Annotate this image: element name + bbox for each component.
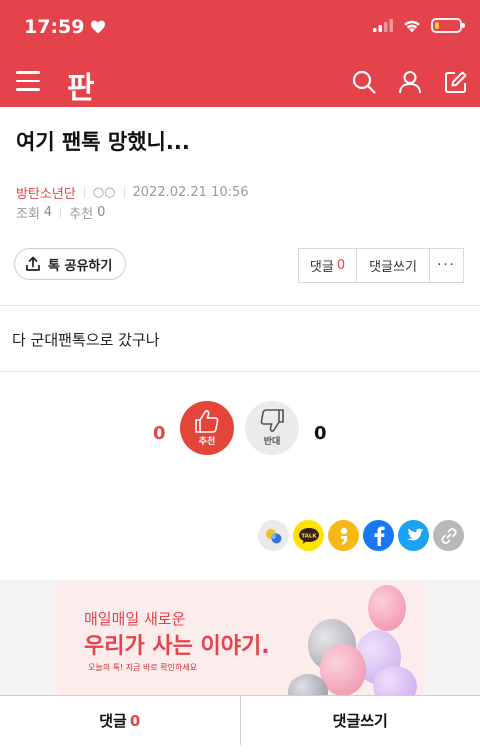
thumbs-down-icon <box>260 409 284 432</box>
post-title: 여기 팬톡 망했니... <box>16 130 190 154</box>
divider <box>60 207 62 218</box>
divider <box>123 187 125 198</box>
recommend-vote-count: 0 <box>153 423 166 444</box>
views-label: 조회 <box>16 207 40 222</box>
recommend-button[interactable]: 추천 <box>180 401 234 455</box>
write-comment-button[interactable]: 댓글쓰기 <box>357 249 430 282</box>
share-talk-button[interactable]: 톡 공유하기 <box>14 248 127 280</box>
signal-icon <box>373 19 393 32</box>
post-date: 2022.02.21 10:56 <box>132 185 249 200</box>
banner-title: 우리가 사는 이야기. <box>84 634 270 659</box>
oppose-button[interactable]: 반대 <box>245 401 299 455</box>
recommend-count: 0 <box>97 205 106 220</box>
post-body: 다 군대팬톡으로 갔구나 <box>12 331 160 349</box>
share-icons: TALK <box>258 520 464 551</box>
post-meta: 방탄소년단 ○○ 2022.02.21 10:56 <box>16 183 249 202</box>
app-logo[interactable]: 판 <box>67 63 95 107</box>
bottom-comments-button[interactable]: 댓글 0 <box>0 696 241 745</box>
more-icon: ··· <box>437 258 456 273</box>
recommend-label: 추천 <box>69 207 94 222</box>
comments-count: 0 <box>336 258 346 273</box>
oppose-label: 반대 <box>263 437 281 447</box>
oppose-vote-count: 0 <box>314 423 327 444</box>
share-talk-label: 톡 공유하기 <box>48 258 113 274</box>
battery-icon <box>431 18 465 33</box>
facebook-icon[interactable] <box>363 520 394 551</box>
status-time-text: 17:59 <box>24 16 85 38</box>
top-nav: 판 <box>0 56 480 107</box>
post-nickname: ○○ <box>92 185 116 200</box>
promo-banner[interactable]: 매일매일 새로운 우리가 사는 이야기. 오늘의 톡! 지금 바로 확인하세요 <box>55 582 425 695</box>
status-indicators <box>373 18 465 33</box>
comments-button[interactable]: 댓글 0 <box>299 249 357 282</box>
write-comment-label: 댓글쓰기 <box>369 260 417 275</box>
balloon-image <box>373 666 417 695</box>
bottom-comments-label: 댓글 <box>99 712 127 730</box>
profile-button[interactable] <box>394 66 426 98</box>
comment-actions: 댓글 0 댓글쓰기 ··· <box>298 248 464 283</box>
bottom-action-bar: 댓글 0 댓글쓰기 <box>0 695 480 745</box>
divider <box>0 371 480 372</box>
status-bar: 17:59 <box>0 0 480 56</box>
balloon-image <box>368 585 406 631</box>
bottom-write-label: 댓글쓰기 <box>332 712 388 730</box>
search-button[interactable] <box>348 66 380 98</box>
recommend-label: 추천 <box>198 437 216 447</box>
twitter-icon[interactable] <box>398 520 429 551</box>
nav-actions <box>348 66 472 98</box>
post-stats: 조회 4 추천 0 <box>16 203 105 222</box>
edit-icon <box>445 71 467 93</box>
thumbs-up-icon <box>195 410 219 433</box>
upload-icon <box>26 256 40 271</box>
bottom-write-comment-button[interactable]: 댓글쓰기 <box>241 696 480 745</box>
write-button[interactable] <box>440 66 472 98</box>
svg-text:TALK: TALK <box>301 533 317 539</box>
app-header: 17:59 판 <box>0 0 480 107</box>
banner-caption: 오늘의 톡! 지금 바로 확인하세요 <box>88 663 198 672</box>
divider <box>83 187 85 198</box>
views-count: 4 <box>43 205 53 220</box>
divider <box>0 305 480 306</box>
comments-label: 댓글 <box>309 260 334 275</box>
more-button[interactable]: ··· <box>430 249 463 282</box>
kakaotalk-icon[interactable]: TALK <box>293 520 324 551</box>
home-indicator-area <box>0 745 480 755</box>
status-time: 17:59 <box>24 16 106 38</box>
band-icon[interactable] <box>258 520 289 551</box>
menu-button[interactable] <box>16 71 40 91</box>
bottom-comments-count: 0 <box>129 711 141 730</box>
banner-subtitle: 매일매일 새로운 <box>84 610 186 628</box>
link-icon[interactable] <box>433 520 464 551</box>
wifi-icon <box>404 20 420 32</box>
user-icon <box>399 71 421 94</box>
heart-icon <box>91 20 106 34</box>
kakaostory-icon[interactable] <box>328 520 359 551</box>
post-author[interactable]: 방탄소년단 <box>16 183 76 202</box>
search-icon <box>352 70 376 94</box>
